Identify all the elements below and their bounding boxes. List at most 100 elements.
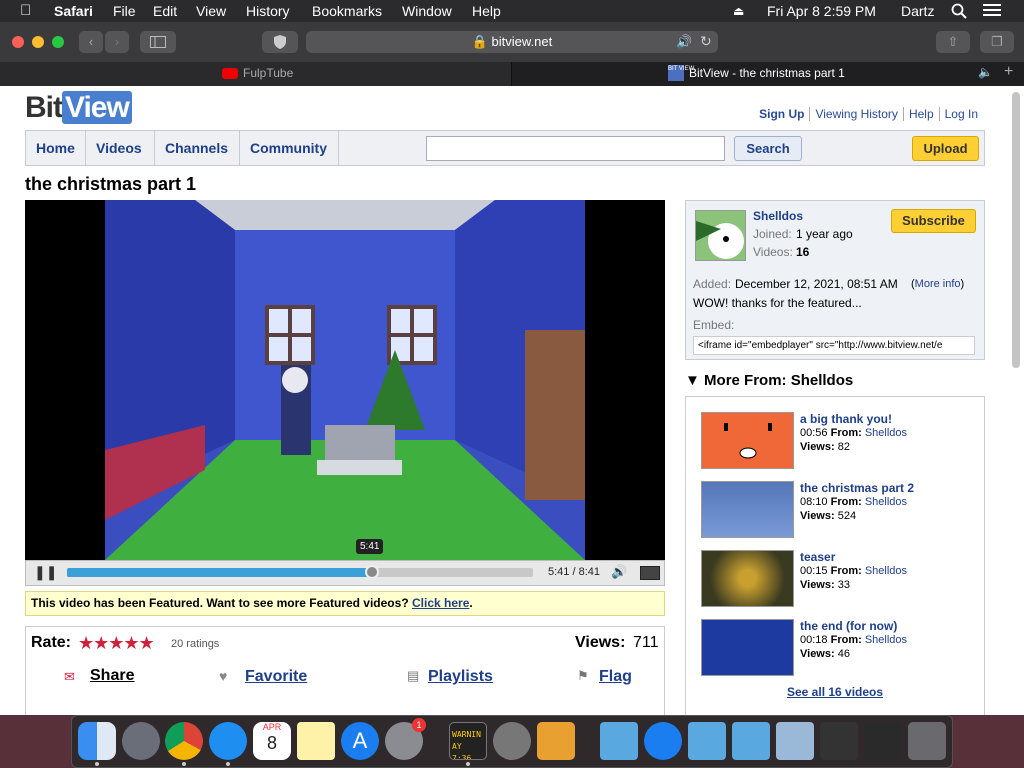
folder-icon[interactable] — [732, 722, 770, 760]
pause-icon[interactable]: ❚❚ — [34, 564, 57, 581]
author-link[interactable]: Shelldos — [865, 634, 907, 646]
fullscreen-icon[interactable] — [640, 566, 660, 580]
back-button[interactable]: ‹ — [79, 31, 103, 53]
share-icon[interactable]: ⇧ — [936, 31, 970, 53]
folder-icon[interactable] — [688, 722, 726, 760]
console-icon[interactable]: WARNIN AY 7:36 — [449, 722, 487, 760]
author-link[interactable]: Shelldos — [865, 565, 907, 577]
forward-button[interactable]: › — [105, 31, 129, 53]
tab-bitview[interactable]: BIT VIEW BitView - the christmas part 1 — [512, 62, 962, 86]
help-link[interactable]: Help — [902, 107, 939, 121]
viewing-history-link[interactable]: Viewing History — [809, 107, 903, 121]
window-thumbnail-icon[interactable] — [864, 722, 902, 760]
eject-icon[interactable]: ⏏ — [733, 4, 744, 18]
video-thumbnail[interactable] — [701, 550, 794, 607]
list-item[interactable]: teaser 00:15 From: Shelldos Views: 33 — [701, 550, 981, 610]
sidebar-toggle-icon[interactable] — [140, 31, 176, 53]
menu-user[interactable]: Dartz — [901, 3, 934, 19]
tab-fulptube[interactable]: FulpTube — [0, 62, 512, 86]
video-thumbnail[interactable] — [701, 619, 794, 676]
views-label: Views: — [800, 510, 835, 522]
nav-community[interactable]: Community — [240, 131, 339, 165]
video-title[interactable]: teaser — [800, 550, 907, 564]
favorite-heart-icon[interactable]: ♥ — [219, 668, 227, 684]
tab-audio-icon[interactable]: 🔈 — [978, 65, 993, 79]
zoom-window-button[interactable] — [52, 36, 64, 48]
list-item[interactable]: the christmas part 2 08:10 From: Shelldo… — [701, 481, 981, 541]
uploader-avatar[interactable] — [695, 210, 746, 261]
launchpad-icon[interactable] — [122, 722, 160, 760]
favorite-button[interactable]: Favorite — [245, 668, 307, 686]
uploader-name[interactable]: Shelldos — [753, 209, 803, 223]
notes-icon[interactable] — [297, 722, 335, 760]
menu-help[interactable]: Help — [472, 3, 501, 19]
audio-playing-icon[interactable]: 🔊 — [676, 34, 692, 50]
search-input[interactable] — [426, 136, 725, 161]
rating-stars[interactable]: ★★★★★ — [78, 633, 155, 654]
calendar-icon[interactable]: APR 8 — [253, 722, 291, 760]
menu-view[interactable]: View — [196, 3, 226, 19]
upload-button[interactable]: Upload — [912, 136, 979, 161]
see-all-videos-link[interactable]: See all 16 videos — [787, 685, 883, 699]
control-center-icon[interactable] — [983, 3, 1001, 20]
menu-history[interactable]: History — [246, 3, 290, 19]
tab-overview-icon[interactable]: ❐ — [980, 31, 1014, 53]
subscribe-button[interactable]: Subscribe — [891, 209, 976, 233]
flag-icon[interactable]: ⚑ — [577, 668, 589, 684]
embed-code-field[interactable]: <iframe id="embedplayer" src="http://www… — [693, 336, 975, 355]
video-title[interactable]: a big thank you! — [800, 412, 907, 426]
close-window-button[interactable] — [12, 36, 24, 48]
finder-icon[interactable] — [78, 722, 116, 760]
video-thumbnail[interactable] — [701, 412, 794, 469]
video-player[interactable] — [25, 200, 665, 560]
featured-link[interactable]: Click here — [412, 596, 469, 610]
site-logo[interactable]: Bit View — [25, 91, 132, 125]
flag-button[interactable]: Flag — [599, 668, 632, 686]
menu-window[interactable]: Window — [402, 3, 452, 19]
seek-bar[interactable] — [67, 568, 533, 577]
menu-app-safari[interactable]: Safari — [54, 3, 93, 19]
address-bar[interactable]: 🔒 bitview.net — [306, 31, 718, 53]
page-scrollbar[interactable] — [1012, 92, 1020, 368]
playlists-icon[interactable]: ▤ — [407, 668, 419, 684]
menu-bookmarks[interactable]: Bookmarks — [312, 3, 382, 19]
author-link[interactable]: Shelldos — [865, 427, 907, 439]
home-folder-icon[interactable] — [776, 722, 814, 760]
signup-link[interactable]: Sign Up — [754, 107, 809, 121]
more-info-link[interactable]: (More info) — [911, 278, 964, 290]
safari-icon[interactable] — [209, 722, 247, 760]
search-button[interactable]: Search — [734, 136, 802, 161]
menu-file[interactable]: File — [113, 3, 136, 19]
reload-icon[interactable]: ↻ — [700, 33, 712, 50]
video-title[interactable]: the end (for now) — [800, 619, 907, 633]
nav-videos[interactable]: Videos — [86, 131, 155, 165]
spotlight-icon[interactable] — [951, 3, 967, 22]
menu-edit[interactable]: Edit — [153, 3, 177, 19]
calculator-icon[interactable] — [537, 722, 575, 760]
list-item[interactable]: the end (for now) 00:18 From: Shelldos V… — [701, 619, 981, 679]
trash-icon[interactable] — [908, 722, 946, 760]
chrome-icon[interactable] — [165, 722, 203, 760]
new-tab-button[interactable]: + — [1004, 63, 1013, 81]
video-thumbnail[interactable] — [701, 481, 794, 538]
privacy-shield-icon[interactable] — [262, 31, 298, 53]
share-button[interactable]: Share — [90, 667, 134, 685]
playlists-button[interactable]: Playlists — [428, 668, 493, 686]
screenshot-tool-icon[interactable] — [493, 722, 531, 760]
nav-channels[interactable]: Channels — [155, 131, 240, 165]
window-thumbnail-icon[interactable] — [820, 722, 858, 760]
more-from-heading[interactable]: ▼ More From: Shelldos — [685, 372, 853, 389]
volume-icon[interactable]: 🔊 — [611, 564, 627, 580]
nav-home[interactable]: Home — [26, 131, 86, 165]
share-icon[interactable]: ✉ — [64, 669, 75, 685]
video-title[interactable]: the christmas part 2 — [800, 481, 914, 495]
apple-icon[interactable]:  — [20, 2, 31, 19]
folder-icon[interactable] — [600, 722, 638, 760]
menu-clock[interactable]: Fri Apr 8 2:59 PM — [767, 3, 876, 19]
list-item[interactable]: a big thank you! 00:56 From: Shelldos Vi… — [701, 412, 981, 472]
minimize-window-button[interactable] — [32, 36, 44, 48]
login-link[interactable]: Log In — [938, 107, 983, 121]
author-link[interactable]: Shelldos — [865, 496, 907, 508]
app-store-download-icon[interactable] — [644, 722, 682, 760]
app-store-icon[interactable]: A — [341, 722, 379, 760]
